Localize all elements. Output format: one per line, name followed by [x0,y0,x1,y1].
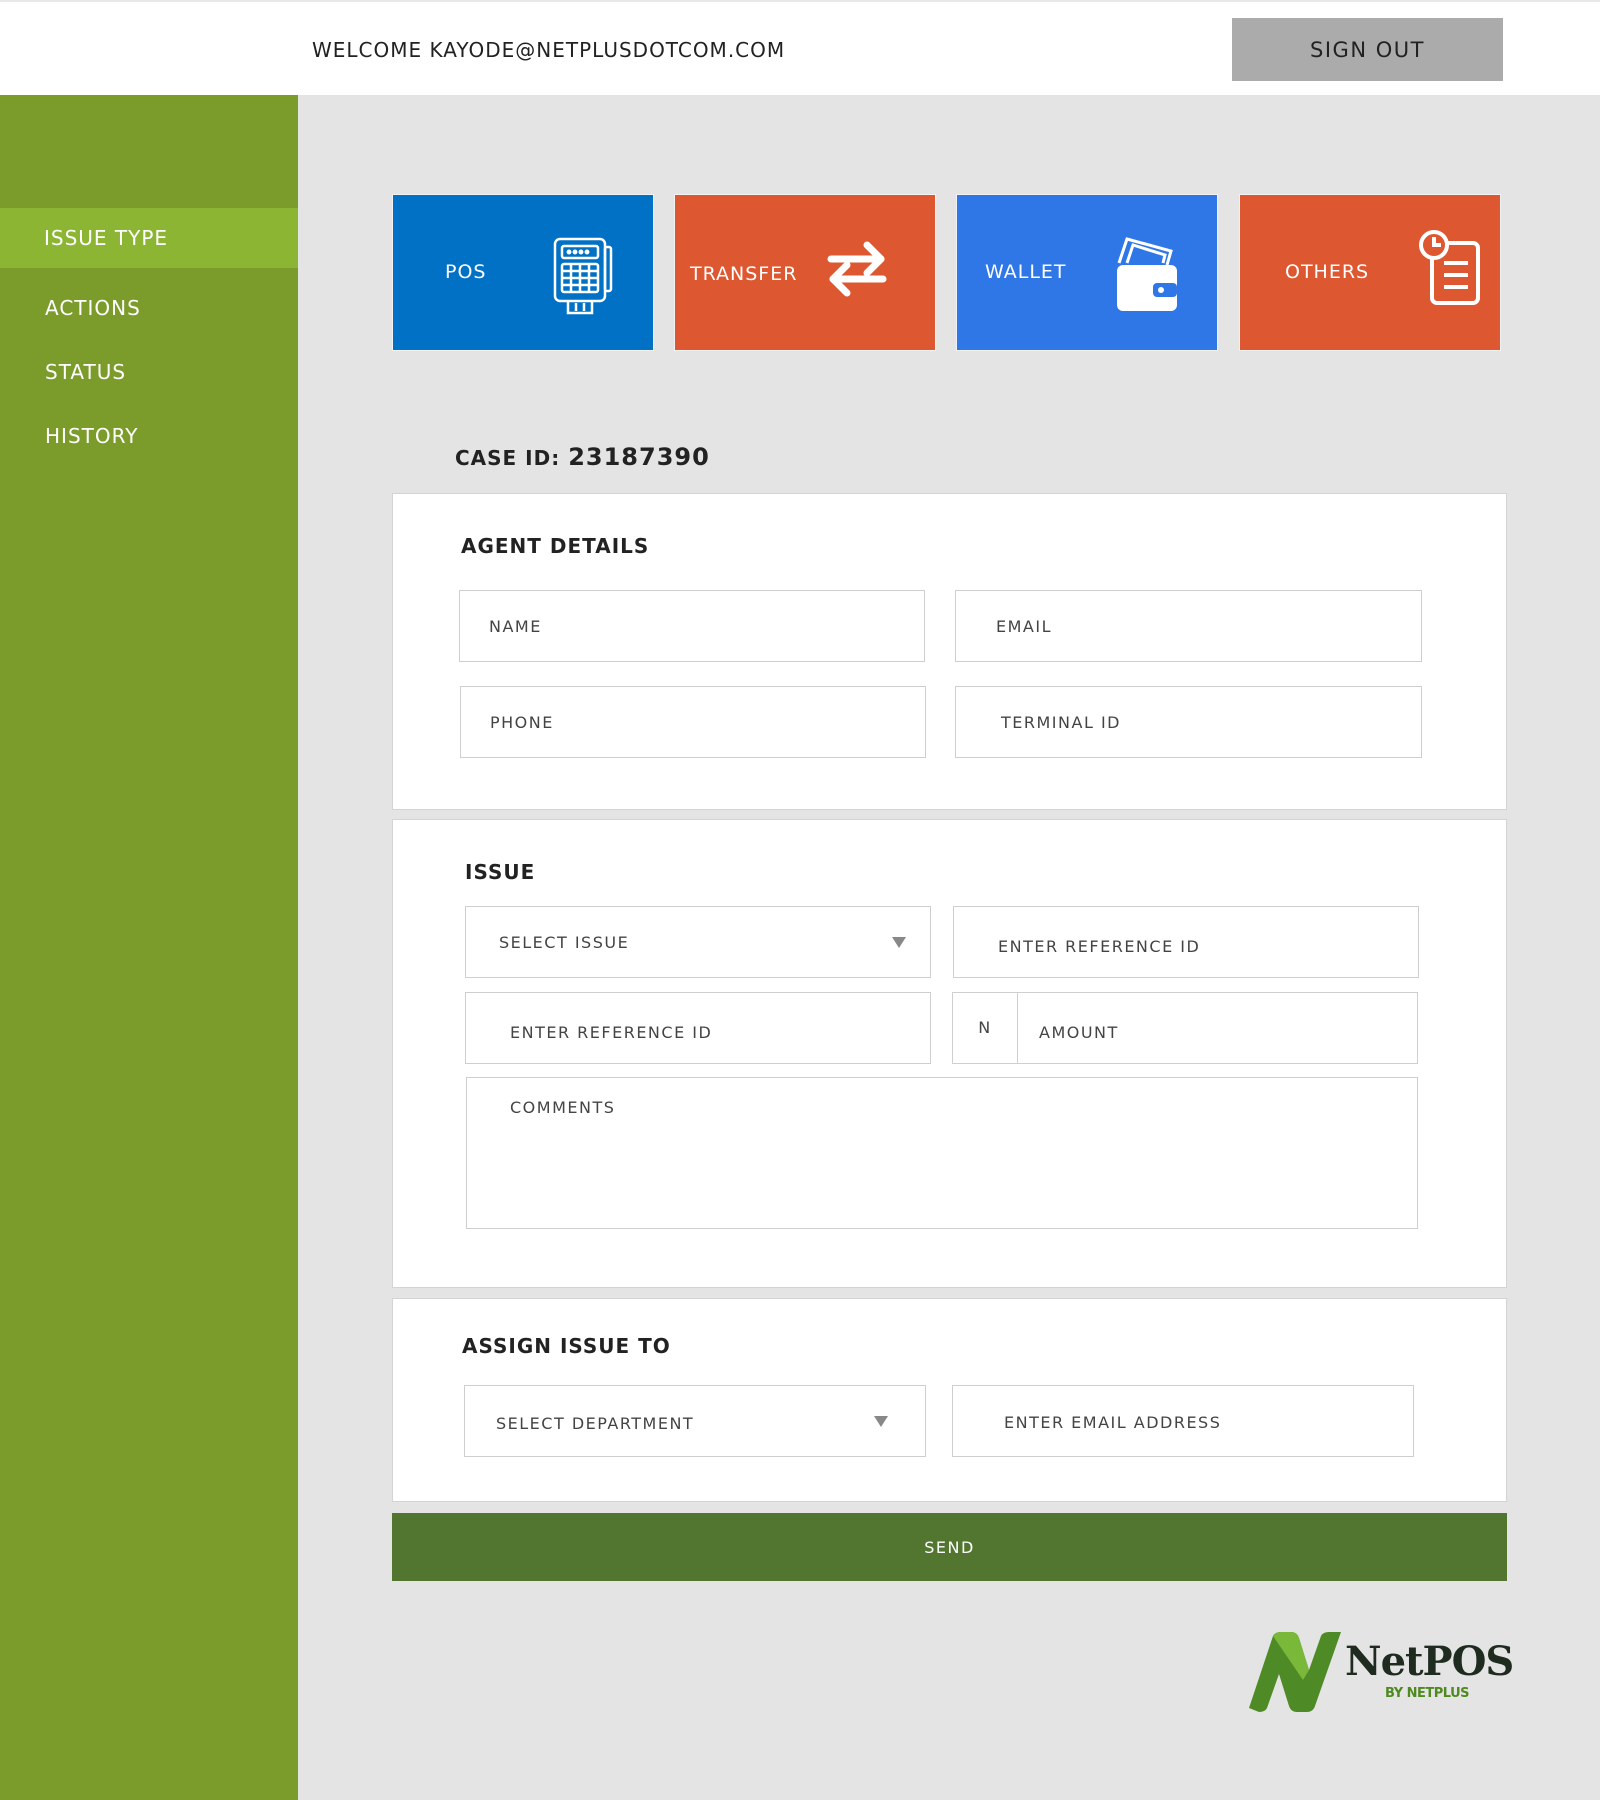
amount-placeholder: AMOUNT [1039,1023,1119,1042]
terminal-id-field[interactable]: TERMINAL ID [955,686,1422,758]
reference-id-placeholder-2: ENTER REFERENCE ID [510,1023,713,1042]
chevron-down-icon [874,1416,888,1427]
terminal-id-placeholder: TERMINAL ID [1001,713,1121,732]
netpos-logo: NetPOS BY NETPLUS [1245,1628,1514,1718]
agent-name-placeholder: NAME [489,617,542,636]
issue-title: ISSUE [465,860,536,884]
case-id-value: 23187390 [568,443,710,471]
assign-email-field[interactable]: ENTER EMAIL ADDRESS [952,1385,1414,1457]
wallet-icon [1117,237,1177,311]
sidebar-item-status[interactable]: STATUS [0,342,298,402]
reference-id-placeholder-1: ENTER REFERENCE ID [998,937,1201,956]
pos-terminal-icon [553,237,613,315]
case-id: CASE ID: 23187390 [455,443,710,471]
send-button[interactable]: SEND [392,1513,1507,1581]
chevron-down-icon [892,937,906,948]
sidebar-item-issue-type[interactable]: ISSUE TYPE [0,208,298,268]
sidebar: ISSUE TYPE ACTIONS STATUS HISTORY [0,95,298,1800]
assign-issue-panel: ASSIGN ISSUE TO SELECT DEPARTMENT ENTER … [392,1298,1507,1502]
assign-issue-title: ASSIGN ISSUE TO [462,1334,671,1358]
reference-id-field-1[interactable]: ENTER REFERENCE ID [953,906,1419,978]
issue-type-wallet-tile[interactable]: WALLET [956,194,1218,351]
agent-phone-placeholder: PHONE [490,713,554,732]
transfer-arrows-icon [827,241,887,297]
sidebar-item-actions[interactable]: ACTIONS [0,278,298,338]
agent-details-panel: AGENT DETAILS NAME EMAIL PHONE TERMINAL … [392,493,1507,810]
select-issue-label: SELECT ISSUE [499,933,630,952]
agent-name-field[interactable]: NAME [459,590,925,662]
welcome-text: WELCOME KAYODE@NETPLUSDOTCOM.COM [312,38,786,62]
sidebar-item-history[interactable]: HISTORY [0,406,298,466]
sign-out-button[interactable]: SIGN OUT [1232,18,1503,81]
agent-email-placeholder: EMAIL [996,617,1052,636]
issue-type-transfer-tile[interactable]: TRANSFER [674,194,936,351]
currency-prefix: N [953,993,1018,1063]
amount-field[interactable]: N AMOUNT [952,992,1418,1064]
issue-type-others-tile[interactable]: OTHERS [1239,194,1501,351]
agent-details-title: AGENT DETAILS [461,534,650,558]
wallet-tile-label: WALLET [985,261,1067,283]
agent-email-field[interactable]: EMAIL [955,590,1422,662]
agent-phone-field[interactable]: PHONE [460,686,926,758]
assign-email-placeholder: ENTER EMAIL ADDRESS [1004,1413,1222,1432]
clipboard-clock-icon [1419,230,1480,305]
comments-textarea[interactable]: COMMENTS [466,1077,1418,1229]
select-issue-dropdown[interactable]: SELECT ISSUE [465,906,931,978]
transfer-tile-label: TRANSFER [690,263,798,285]
comments-placeholder: COMMENTS [510,1098,616,1117]
netpos-n-logo-icon [1249,1632,1341,1712]
others-tile-label: OTHERS [1285,261,1370,283]
issue-panel: ISSUE SELECT ISSUE ENTER REFERENCE ID EN… [392,819,1507,1288]
select-department-label: SELECT DEPARTMENT [496,1414,695,1433]
case-id-label: CASE ID: [455,446,561,470]
pos-tile-label: POS [445,261,487,283]
logo-sub: BY NETPLUS [1385,1686,1470,1701]
logo-brand: NetPOS [1345,1638,1514,1685]
reference-id-field-2[interactable]: ENTER REFERENCE ID [465,992,931,1064]
issue-type-pos-tile[interactable]: POS [392,194,654,351]
select-department-dropdown[interactable]: SELECT DEPARTMENT [464,1385,926,1457]
top-bar: WELCOME KAYODE@NETPLUSDOTCOM.COM SIGN OU… [0,0,1600,95]
